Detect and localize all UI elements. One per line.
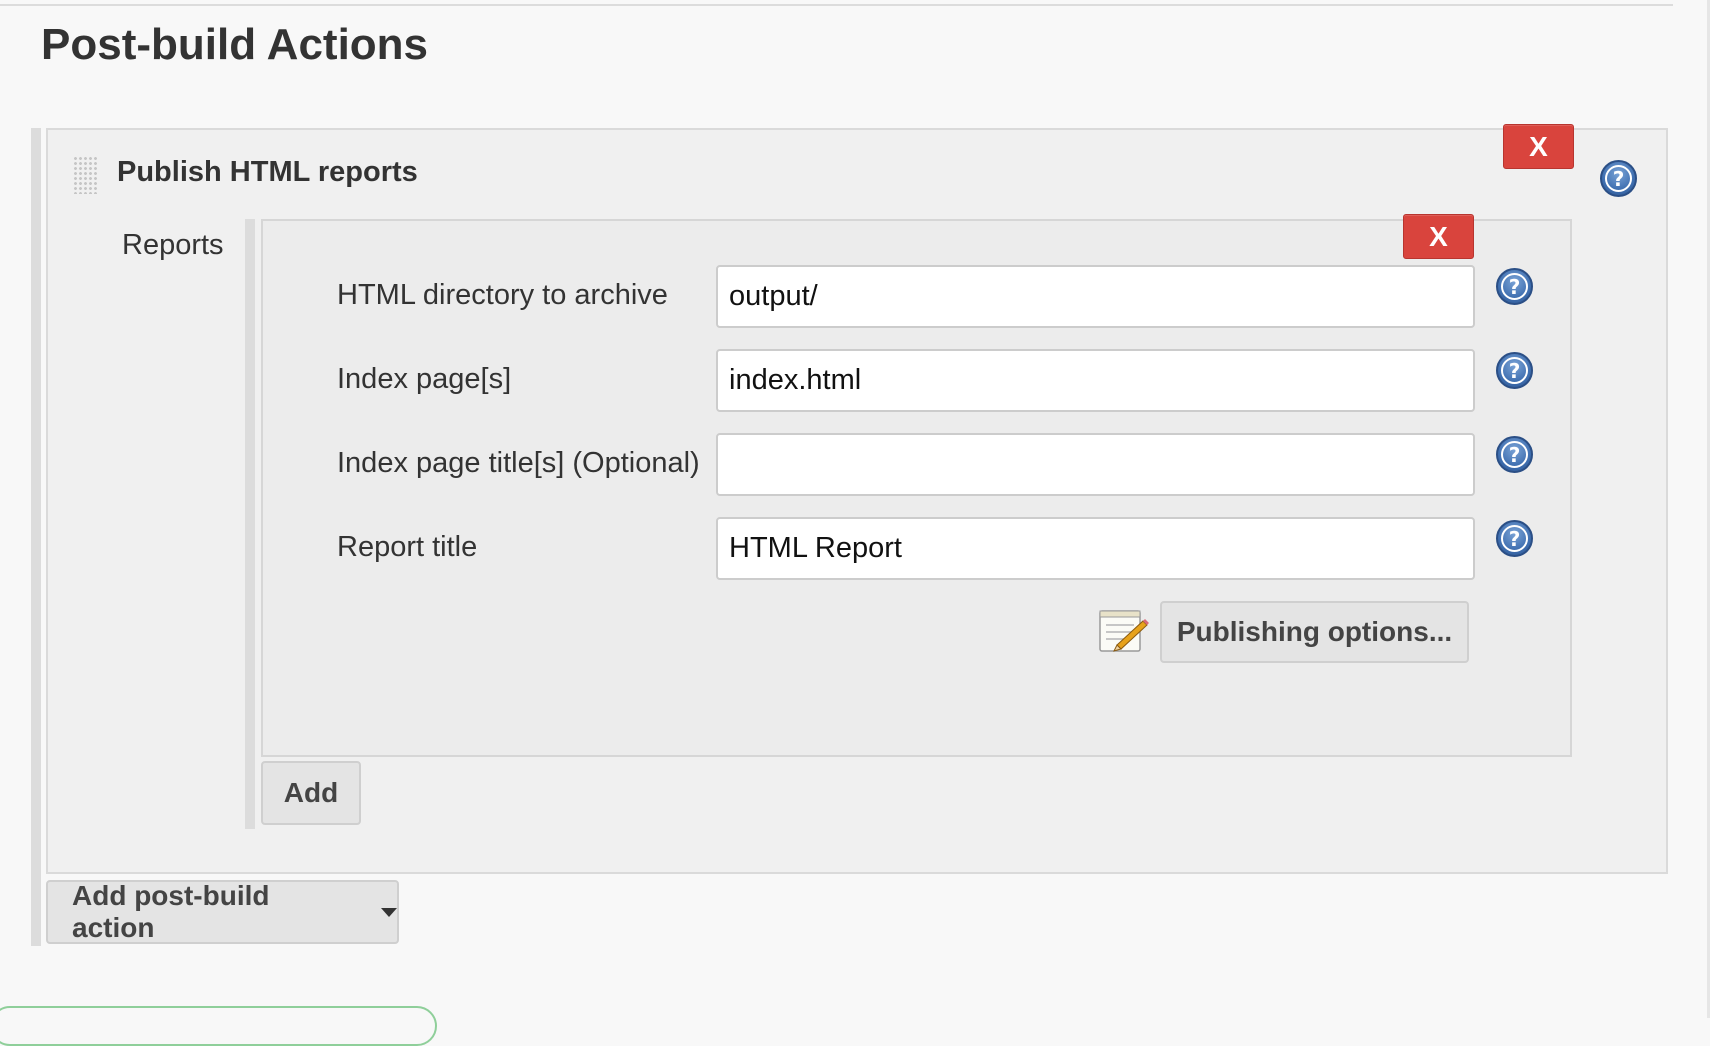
caret-down-icon [381, 907, 397, 917]
html-directory-input[interactable] [716, 265, 1475, 328]
action-title: Publish HTML reports [117, 156, 418, 188]
reports-indent-bar [245, 219, 255, 829]
top-divider [0, 4, 1673, 6]
index-page-titles-label: Index page title[s] (Optional) [337, 447, 700, 479]
help-icon[interactable]: ? [1496, 520, 1533, 557]
help-icon[interactable]: ? [1496, 352, 1533, 389]
remove-action-button[interactable]: X [1503, 124, 1574, 169]
notepad-edit-icon[interactable] [1097, 605, 1149, 655]
reports-label: Reports [122, 229, 224, 261]
index-pages-label: Index page[s] [337, 363, 512, 395]
publishing-options-button[interactable]: Publishing options... [1160, 601, 1469, 663]
report-title-label: Report title [337, 531, 478, 563]
add-post-build-action-button[interactable]: Add post-build action [46, 880, 399, 944]
drag-handle-icon[interactable] [73, 156, 97, 194]
page-title: Post-build Actions [41, 20, 429, 69]
section-indent-bar [31, 128, 41, 946]
help-icon[interactable]: ? [1496, 268, 1533, 305]
remove-report-button[interactable]: X [1403, 214, 1474, 259]
index-page-titles-input[interactable] [716, 433, 1475, 496]
add-post-build-action-label: Add post-build action [72, 880, 270, 943]
report-title-input[interactable] [716, 517, 1475, 580]
help-icon[interactable]: ? [1600, 160, 1637, 197]
bottom-tab-edge [0, 1006, 437, 1046]
index-pages-input[interactable] [716, 349, 1475, 412]
help-icon[interactable]: ? [1496, 436, 1533, 473]
html-directory-label: HTML directory to archive [337, 279, 668, 311]
add-report-button[interactable]: Add [261, 761, 361, 825]
